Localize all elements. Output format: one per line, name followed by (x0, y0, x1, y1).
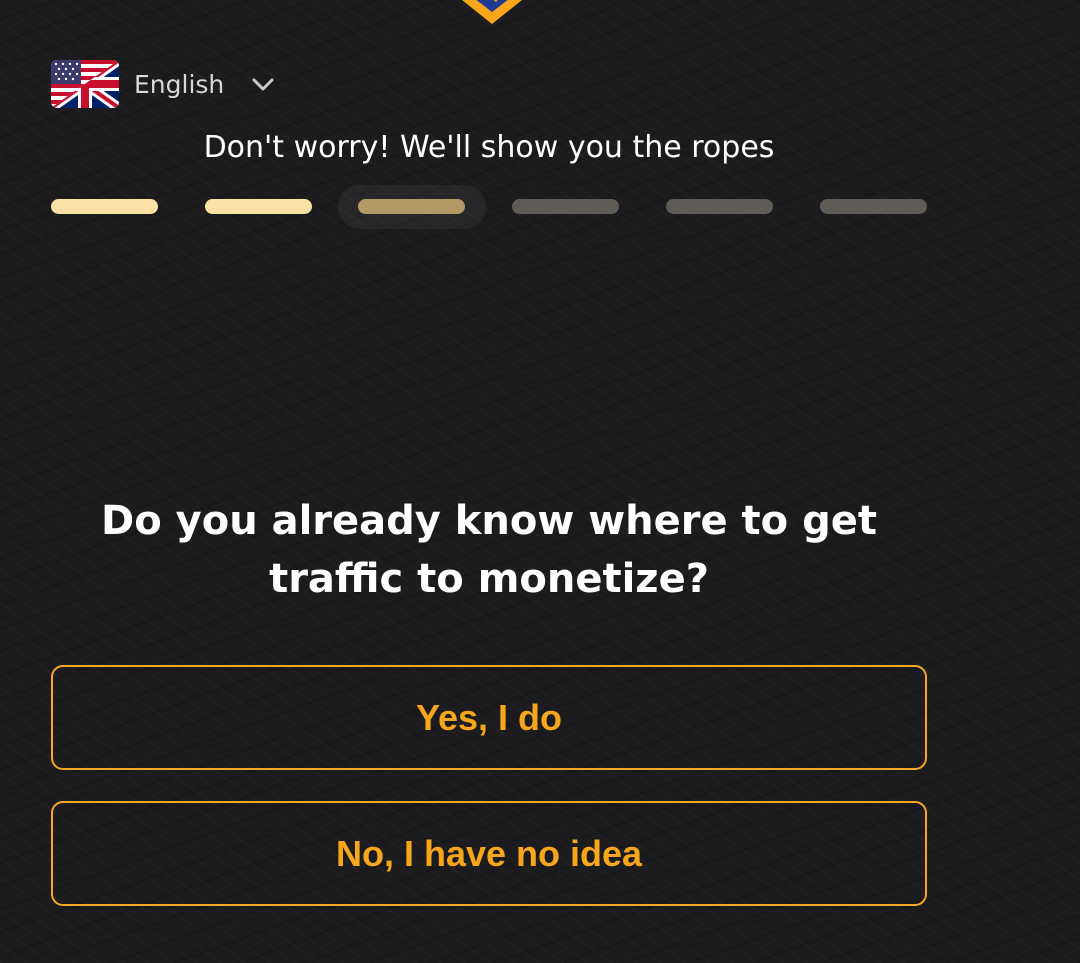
us-uk-flag-icon (51, 60, 119, 108)
progress-step-6 (820, 199, 927, 214)
progress-step-3 (358, 199, 465, 214)
progress-step-5 (666, 199, 773, 214)
language-selector[interactable]: English (51, 60, 276, 108)
question-heading: Do you already know where to get traffic… (101, 498, 877, 602)
progress-steps (51, 185, 927, 229)
shield-logo-icon (462, 0, 522, 24)
answer-yes-button[interactable]: Yes, I do (51, 665, 927, 770)
answer-no-button[interactable]: No, I have no idea (51, 801, 927, 906)
progress-step-1 (51, 199, 158, 214)
progress-step-4 (512, 199, 619, 214)
onboarding-subtitle: Don't worry! We'll show you the ropes (203, 130, 775, 165)
progress-step-2 (205, 199, 312, 214)
language-label: English (134, 69, 225, 99)
chevron-down-icon[interactable] (250, 71, 276, 97)
